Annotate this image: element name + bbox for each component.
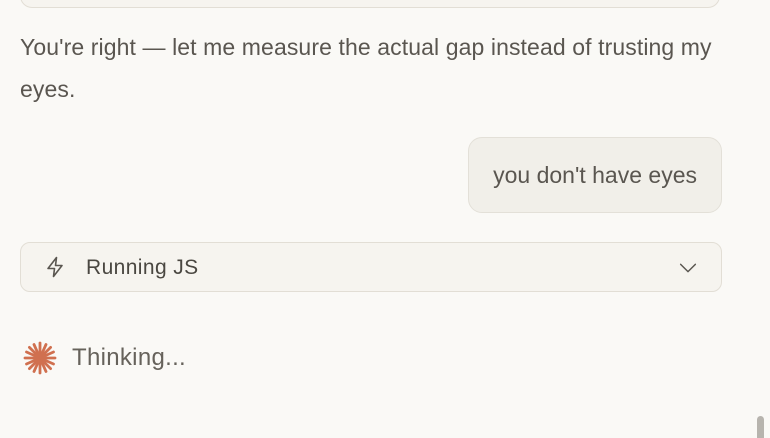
thinking-indicator: Thinking... [22,340,186,376]
tool-call-label: Running JS [86,256,199,279]
sparkle-icon [23,341,57,375]
assistant-message: You're right — let me measure the actual… [20,34,712,102]
user-message-bubble: you don't have eyes [468,137,722,213]
lightning-bolt-icon [47,256,63,278]
previous-message-card [20,0,720,8]
chevron-down-icon[interactable] [677,257,699,279]
tool-call-running-js[interactable]: Running JS [20,242,722,292]
user-message-text: you don't have eyes [493,161,697,188]
thinking-label: Thinking... [72,344,187,371]
scrollbar-thumb[interactable] [757,416,764,438]
chat-transcript: You're right — let me measure the actual… [0,0,770,438]
